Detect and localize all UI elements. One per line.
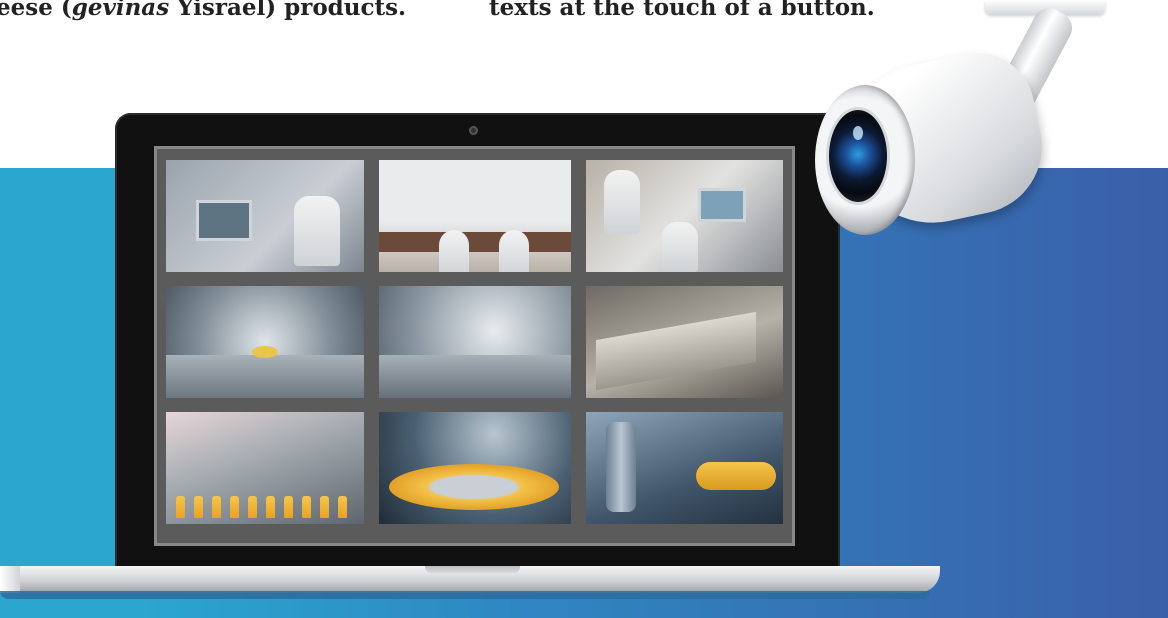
control-panel-icon bbox=[196, 200, 252, 241]
bottle-icon bbox=[284, 496, 293, 518]
bottle-icon bbox=[194, 496, 203, 518]
worker-icon bbox=[439, 230, 469, 272]
camera-feed-6 bbox=[586, 286, 783, 398]
laptop-hinge-notch bbox=[425, 566, 520, 573]
bottle-icon bbox=[212, 496, 221, 518]
tank-icon bbox=[606, 422, 636, 512]
laptop-screen bbox=[154, 146, 795, 546]
caption-left-suffix: Yisrael) products. bbox=[169, 0, 407, 21]
floor-icon bbox=[379, 355, 571, 398]
camera-feed-1 bbox=[166, 160, 364, 272]
worker-icon bbox=[294, 196, 340, 266]
bottle-icon bbox=[320, 496, 329, 518]
laptop-base-edge bbox=[0, 566, 20, 593]
worker-icon bbox=[604, 170, 640, 234]
bottle-icon bbox=[302, 496, 311, 518]
bottle-conveyor-icon bbox=[696, 462, 776, 490]
camera-feed-3 bbox=[586, 160, 783, 272]
worker-icon bbox=[662, 222, 698, 272]
camera-feed-2 bbox=[379, 160, 571, 272]
counter-icon bbox=[379, 232, 571, 252]
machinery-icon bbox=[596, 311, 756, 391]
monitor-panel-icon bbox=[698, 188, 746, 222]
bottle-icon bbox=[338, 496, 347, 518]
bottle-icon bbox=[230, 496, 239, 518]
camera-feed-7 bbox=[166, 412, 364, 524]
bottle-icon bbox=[176, 496, 185, 518]
caption-left-prefix: eese ( bbox=[0, 0, 72, 21]
bottle-icon bbox=[266, 496, 275, 518]
camera-feed-8 bbox=[379, 412, 571, 524]
bottle-conveyor-icon bbox=[389, 464, 559, 510]
webcam-icon bbox=[469, 126, 478, 135]
caption-left: eese (gevinas Yisrael) products. bbox=[0, 0, 406, 21]
worker-icon bbox=[499, 230, 529, 272]
camera-feed-5 bbox=[379, 286, 571, 398]
yellow-vat-icon bbox=[252, 346, 278, 358]
camera-lens-icon bbox=[829, 110, 887, 202]
bottle-icon bbox=[248, 496, 257, 518]
laptop-shadow bbox=[0, 591, 930, 599]
lens-glint-icon bbox=[853, 126, 863, 140]
caption-left-italic: gevinas bbox=[71, 0, 170, 21]
camera-feed-4 bbox=[166, 286, 364, 398]
camera-feed-9 bbox=[586, 412, 783, 524]
floor-icon bbox=[166, 355, 364, 398]
caption-right: texts at the touch of a button. bbox=[489, 0, 875, 21]
